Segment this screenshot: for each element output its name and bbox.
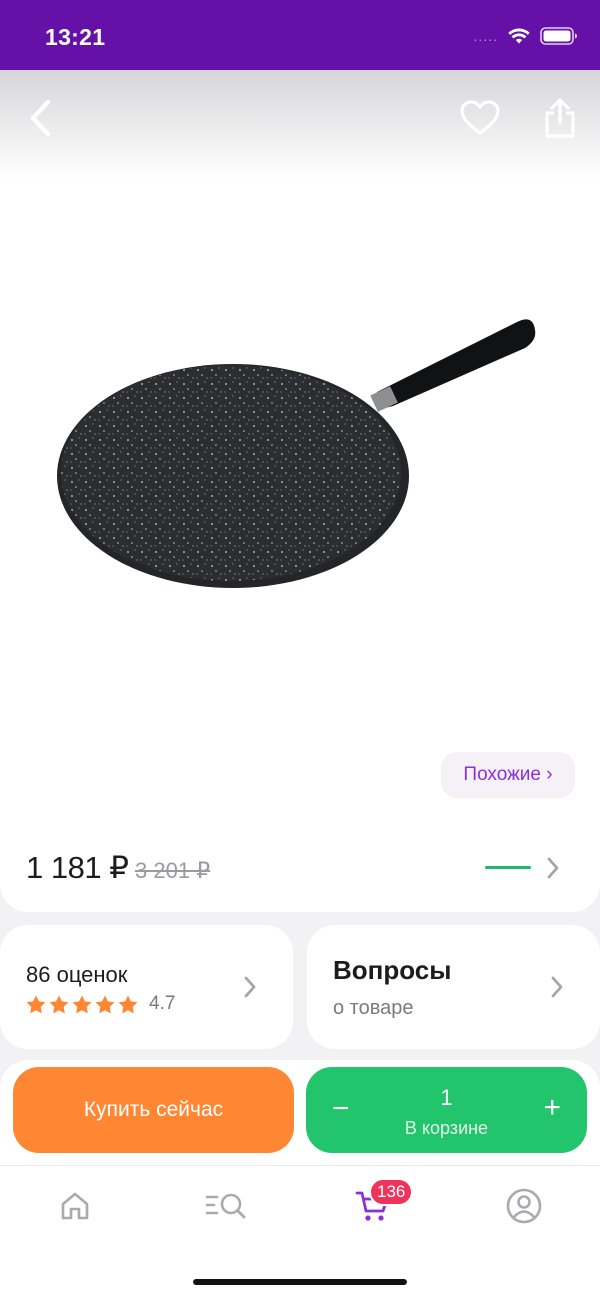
status-bar: 13:21 ..... [0, 0, 600, 70]
cart-quantity-control: − 1 В корзине + [306, 1067, 587, 1153]
price-indicator-line [485, 866, 531, 869]
questions-title: Вопросы [333, 955, 452, 985]
product-image-area[interactable]: Похожие › [0, 70, 600, 830]
chevron-left-icon [30, 99, 51, 137]
rating-value: 4.7 [149, 993, 176, 1014]
share-icon [545, 98, 575, 138]
similar-products-button[interactable]: Похожие › [441, 752, 575, 798]
chevron-right-icon [547, 857, 559, 879]
star-icon [95, 995, 115, 1013]
heart-icon [460, 100, 500, 135]
home-icon [61, 1192, 89, 1220]
status-time: 13:21 [45, 24, 106, 50]
similar-products-label: Похожие › [463, 764, 553, 785]
buy-now-button[interactable]: Купить сейчас [13, 1067, 294, 1153]
rating-count: 86 оценок [26, 962, 128, 987]
star-icon [49, 995, 69, 1013]
share-button[interactable] [538, 96, 582, 140]
status-indicators: ..... [474, 26, 578, 46]
bottom-tab-bar: 136 [0, 1165, 600, 1298]
action-panel: Купить сейчас − 1 В корзине + [0, 1060, 600, 1165]
questions-card[interactable]: Вопросы о товаре [307, 925, 600, 1049]
old-price: 3 201 ₽ [135, 858, 211, 883]
tab-home[interactable] [57, 1188, 93, 1224]
profile-icon [506, 1188, 542, 1224]
tab-catalog[interactable] [205, 1188, 247, 1224]
cellular-signal-icon: ..... [473, 28, 498, 44]
increase-quantity-button[interactable]: + [543, 1093, 561, 1123]
questions-subtitle: о товаре [333, 997, 414, 1019]
back-button[interactable] [18, 96, 62, 140]
buy-now-label: Купить сейчас [83, 1098, 224, 1121]
star-icon [118, 995, 138, 1013]
rating-card[interactable]: 86 оценок 4.7 [0, 925, 293, 1049]
star-icon [72, 995, 92, 1013]
home-indicator [193, 1279, 407, 1285]
wifi-icon [508, 28, 530, 44]
rating-stars: 4.7 [26, 993, 175, 1015]
cart-count-badge: 136 [369, 1178, 414, 1206]
favorite-button[interactable] [458, 96, 502, 140]
current-price: 1 181 ₽ [26, 850, 129, 885]
star-icon [26, 995, 46, 1013]
product-image [57, 319, 536, 588]
tab-profile[interactable] [506, 1188, 542, 1224]
price-card[interactable]: 1 181 ₽ 3 201 ₽ [0, 822, 600, 912]
catalog-search-icon [205, 1193, 246, 1219]
image-top-fade [0, 70, 600, 180]
battery-icon [540, 27, 577, 45]
chevron-right-icon [244, 976, 256, 998]
chevron-right-icon [551, 976, 563, 998]
